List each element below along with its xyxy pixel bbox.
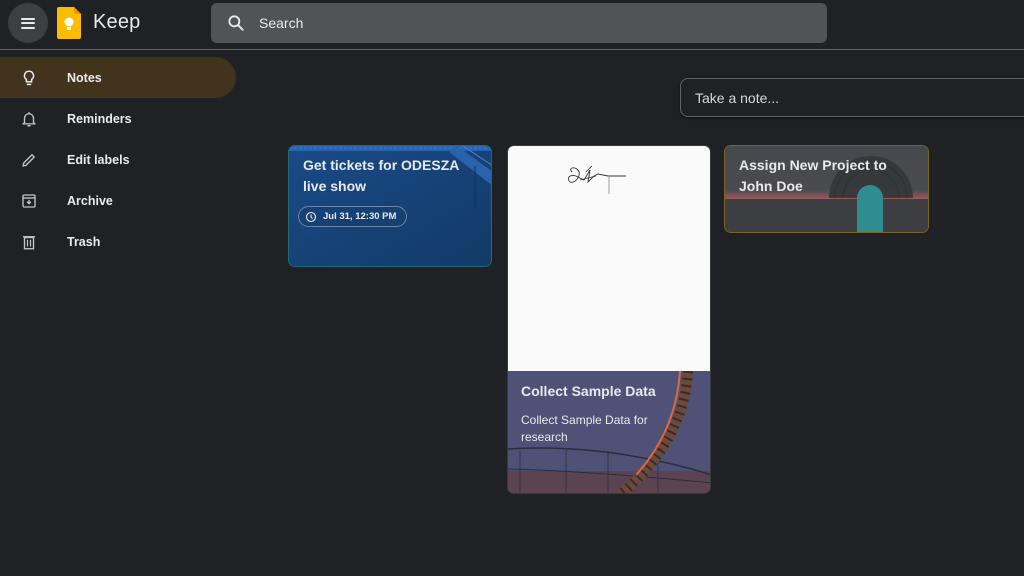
take-note-input[interactable] — [695, 89, 1015, 106]
sidebar-item-label: Edit labels — [67, 152, 130, 167]
note-card[interactable]: Collect Sample Data Collect Sample Data … — [507, 145, 711, 494]
note-title: Collect Sample Data — [521, 383, 656, 399]
trash-icon — [19, 232, 39, 252]
reminder-chip[interactable]: Jul 31, 12:30 PM — [298, 206, 408, 227]
bell-icon — [19, 109, 39, 129]
note-drawing — [508, 146, 710, 371]
reminder-time: Jul 31, 12:30 PM — [323, 211, 397, 222]
pencil-icon — [19, 150, 39, 170]
clock-icon — [305, 211, 317, 222]
signature-drawing — [567, 165, 626, 194]
sidebar-item-label: Reminders — [67, 111, 132, 126]
take-note-box[interactable] — [680, 78, 1024, 117]
main-menu-button[interactable] — [8, 3, 48, 43]
sidebar-item-archive[interactable]: Archive — [0, 180, 236, 221]
sidebar-item-notes[interactable]: Notes — [0, 57, 236, 98]
sidebar-item-label: Trash — [67, 234, 101, 249]
note-card[interactable]: Get tickets for ODESZA live show Jul 31,… — [288, 145, 492, 267]
note-title: Assign New Project to John Doe — [739, 157, 887, 194]
sidebar-item-trash[interactable]: Trash — [0, 221, 236, 262]
sidebar-item-edit-labels[interactable]: Edit labels — [0, 139, 236, 180]
sidebar-item-reminders[interactable]: Reminders — [0, 98, 236, 139]
sidebar-item-label: Archive — [67, 193, 113, 208]
sidebar: Notes Reminders Edit labels Archive Tras… — [0, 57, 240, 262]
top-bar: Keep — [0, 0, 1024, 50]
keep-logo-icon — [57, 7, 81, 39]
note-title: Get tickets for ODESZA live show — [303, 157, 459, 194]
search-icon[interactable] — [226, 13, 246, 33]
search-input[interactable] — [259, 15, 799, 31]
note-body: Collect Sample Data for research — [521, 413, 648, 444]
app-title: Keep — [93, 11, 141, 33]
sidebar-item-label: Notes — [67, 70, 102, 85]
lightbulb-icon — [19, 68, 39, 88]
note-card[interactable]: Assign New Project to John Doe — [724, 145, 929, 233]
search-bar[interactable] — [211, 3, 827, 43]
archive-icon — [19, 191, 39, 211]
hamburger-icon — [21, 17, 35, 29]
